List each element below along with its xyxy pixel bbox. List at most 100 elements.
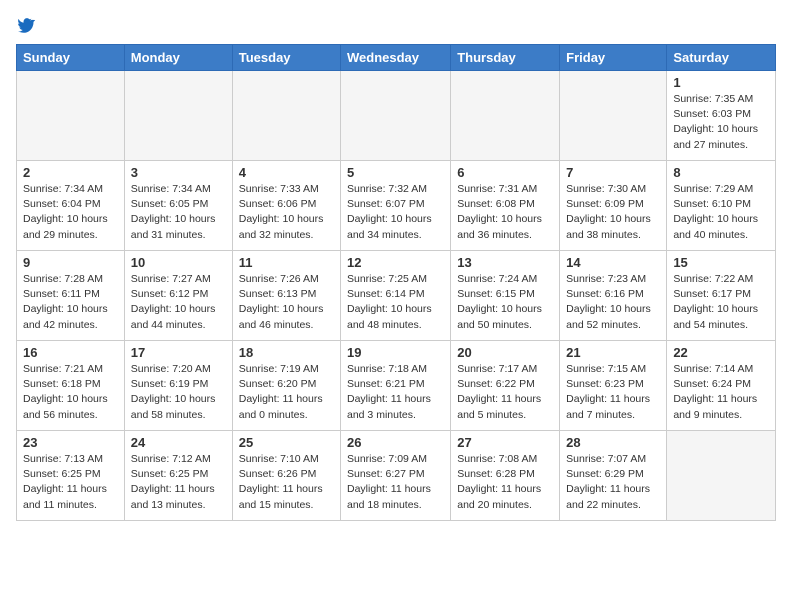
day-info: Sunrise: 7:12 AM Sunset: 6:25 PM Dayligh… <box>131 452 226 513</box>
weekday-header-thursday: Thursday <box>451 45 560 71</box>
day-number: 1 <box>673 75 769 90</box>
day-info: Sunrise: 7:21 AM Sunset: 6:18 PM Dayligh… <box>23 362 118 423</box>
day-number: 25 <box>239 435 334 450</box>
day-info: Sunrise: 7:34 AM Sunset: 6:05 PM Dayligh… <box>131 182 226 243</box>
day-info: Sunrise: 7:29 AM Sunset: 6:10 PM Dayligh… <box>673 182 769 243</box>
page-header <box>16 16 776 34</box>
day-info: Sunrise: 7:15 AM Sunset: 6:23 PM Dayligh… <box>566 362 660 423</box>
logo <box>16 16 36 34</box>
day-info: Sunrise: 7:27 AM Sunset: 6:12 PM Dayligh… <box>131 272 226 333</box>
day-info: Sunrise: 7:10 AM Sunset: 6:26 PM Dayligh… <box>239 452 334 513</box>
calendar-cell <box>667 431 776 521</box>
calendar-cell <box>124 71 232 161</box>
calendar-cell: 20 Sunrise: 7:17 AM Sunset: 6:22 PM Dayli… <box>451 341 560 431</box>
calendar-cell <box>17 71 125 161</box>
day-info: Sunrise: 7:07 AM Sunset: 6:29 PM Dayligh… <box>566 452 660 513</box>
calendar-week-2: 2Sunrise: 7:34 AM Sunset: 6:04 PM Daylig… <box>17 161 776 251</box>
day-info: Sunrise: 7:18 AM Sunset: 6:21 PM Dayligh… <box>347 362 444 423</box>
logo-bird-icon <box>18 16 36 34</box>
calendar-cell: 10 Sunrise: 7:27 AM Sunset: 6:12 PM Dayli… <box>124 251 232 341</box>
calendar-cell: 3 Sunrise: 7:34 AM Sunset: 6:05 PM Daylig… <box>124 161 232 251</box>
day-number: 23 <box>23 435 118 450</box>
weekday-header-saturday: Saturday <box>667 45 776 71</box>
day-info: Sunrise: 7:08 AM Sunset: 6:28 PM Dayligh… <box>457 452 553 513</box>
calendar-cell: 11Sunrise: 7:26 AM Sunset: 6:13 PM Dayli… <box>232 251 340 341</box>
calendar-cell: 12Sunrise: 7:25 AM Sunset: 6:14 PM Dayli… <box>341 251 451 341</box>
weekday-header-monday: Monday <box>124 45 232 71</box>
calendar-cell: 17Sunrise: 7:20 AM Sunset: 6:19 PM Dayli… <box>124 341 232 431</box>
calendar-cell: 24 Sunrise: 7:12 AM Sunset: 6:25 PM Dayli… <box>124 431 232 521</box>
calendar-cell: 8Sunrise: 7:29 AM Sunset: 6:10 PM Daylig… <box>667 161 776 251</box>
calendar-cell: 1 Sunrise: 7:35 AM Sunset: 6:03 PM Daylig… <box>667 71 776 161</box>
calendar-cell: 27 Sunrise: 7:08 AM Sunset: 6:28 PM Dayli… <box>451 431 560 521</box>
day-number: 26 <box>347 435 444 450</box>
day-number: 6 <box>457 165 553 180</box>
day-info: Sunrise: 7:26 AM Sunset: 6:13 PM Dayligh… <box>239 272 334 333</box>
calendar-cell: 18 Sunrise: 7:19 AM Sunset: 6:20 PM Dayli… <box>232 341 340 431</box>
day-number: 10 <box>131 255 226 270</box>
calendar-week-4: 16Sunrise: 7:21 AM Sunset: 6:18 PM Dayli… <box>17 341 776 431</box>
calendar-body: 1 Sunrise: 7:35 AM Sunset: 6:03 PM Daylig… <box>17 71 776 521</box>
day-info: Sunrise: 7:33 AM Sunset: 6:06 PM Dayligh… <box>239 182 334 243</box>
day-number: 14 <box>566 255 660 270</box>
calendar-cell: 16Sunrise: 7:21 AM Sunset: 6:18 PM Dayli… <box>17 341 125 431</box>
day-number: 24 <box>131 435 226 450</box>
calendar-cell: 25 Sunrise: 7:10 AM Sunset: 6:26 PM Dayli… <box>232 431 340 521</box>
calendar-cell: 13 Sunrise: 7:24 AM Sunset: 6:15 PM Dayli… <box>451 251 560 341</box>
calendar-cell <box>451 71 560 161</box>
day-info: Sunrise: 7:14 AM Sunset: 6:24 PM Dayligh… <box>673 362 769 423</box>
calendar-cell: 9 Sunrise: 7:28 AM Sunset: 6:11 PM Daylig… <box>17 251 125 341</box>
calendar-cell: 21 Sunrise: 7:15 AM Sunset: 6:23 PM Dayli… <box>560 341 667 431</box>
calendar-week-5: 23 Sunrise: 7:13 AM Sunset: 6:25 PM Dayli… <box>17 431 776 521</box>
calendar-cell: 4 Sunrise: 7:33 AM Sunset: 6:06 PM Daylig… <box>232 161 340 251</box>
calendar-table: SundayMondayTuesdayWednesdayThursdayFrid… <box>16 44 776 521</box>
calendar-cell: 26 Sunrise: 7:09 AM Sunset: 6:27 PM Dayli… <box>341 431 451 521</box>
day-info: Sunrise: 7:22 AM Sunset: 6:17 PM Dayligh… <box>673 272 769 333</box>
calendar-cell <box>341 71 451 161</box>
day-number: 2 <box>23 165 118 180</box>
day-info: Sunrise: 7:20 AM Sunset: 6:19 PM Dayligh… <box>131 362 226 423</box>
day-info: Sunrise: 7:32 AM Sunset: 6:07 PM Dayligh… <box>347 182 444 243</box>
day-info: Sunrise: 7:31 AM Sunset: 6:08 PM Dayligh… <box>457 182 553 243</box>
calendar-cell: 7Sunrise: 7:30 AM Sunset: 6:09 PM Daylig… <box>560 161 667 251</box>
calendar-cell: 15Sunrise: 7:22 AM Sunset: 6:17 PM Dayli… <box>667 251 776 341</box>
weekday-header-wednesday: Wednesday <box>341 45 451 71</box>
calendar-cell: 28 Sunrise: 7:07 AM Sunset: 6:29 PM Dayli… <box>560 431 667 521</box>
calendar-cell <box>560 71 667 161</box>
day-number: 18 <box>239 345 334 360</box>
calendar-cell: 14 Sunrise: 7:23 AM Sunset: 6:16 PM Dayli… <box>560 251 667 341</box>
weekday-header-friday: Friday <box>560 45 667 71</box>
day-number: 3 <box>131 165 226 180</box>
day-info: Sunrise: 7:17 AM Sunset: 6:22 PM Dayligh… <box>457 362 553 423</box>
day-number: 4 <box>239 165 334 180</box>
weekday-header-tuesday: Tuesday <box>232 45 340 71</box>
calendar-week-1: 1 Sunrise: 7:35 AM Sunset: 6:03 PM Daylig… <box>17 71 776 161</box>
day-number: 9 <box>23 255 118 270</box>
day-info: Sunrise: 7:09 AM Sunset: 6:27 PM Dayligh… <box>347 452 444 513</box>
day-info: Sunrise: 7:23 AM Sunset: 6:16 PM Dayligh… <box>566 272 660 333</box>
day-number: 22 <box>673 345 769 360</box>
day-info: Sunrise: 7:13 AM Sunset: 6:25 PM Dayligh… <box>23 452 118 513</box>
day-number: 27 <box>457 435 553 450</box>
day-number: 13 <box>457 255 553 270</box>
calendar-cell: 2Sunrise: 7:34 AM Sunset: 6:04 PM Daylig… <box>17 161 125 251</box>
day-number: 5 <box>347 165 444 180</box>
calendar-cell: 23 Sunrise: 7:13 AM Sunset: 6:25 PM Dayli… <box>17 431 125 521</box>
day-number: 21 <box>566 345 660 360</box>
calendar-cell: 6 Sunrise: 7:31 AM Sunset: 6:08 PM Daylig… <box>451 161 560 251</box>
weekday-header-row: SundayMondayTuesdayWednesdayThursdayFrid… <box>17 45 776 71</box>
weekday-header-sunday: Sunday <box>17 45 125 71</box>
day-number: 19 <box>347 345 444 360</box>
calendar-cell: 19 Sunrise: 7:18 AM Sunset: 6:21 PM Dayli… <box>341 341 451 431</box>
day-number: 12 <box>347 255 444 270</box>
day-info: Sunrise: 7:19 AM Sunset: 6:20 PM Dayligh… <box>239 362 334 423</box>
day-number: 28 <box>566 435 660 450</box>
day-info: Sunrise: 7:35 AM Sunset: 6:03 PM Dayligh… <box>673 92 769 153</box>
day-number: 20 <box>457 345 553 360</box>
day-number: 7 <box>566 165 660 180</box>
calendar-cell: 22 Sunrise: 7:14 AM Sunset: 6:24 PM Dayli… <box>667 341 776 431</box>
day-info: Sunrise: 7:24 AM Sunset: 6:15 PM Dayligh… <box>457 272 553 333</box>
calendar-week-3: 9 Sunrise: 7:28 AM Sunset: 6:11 PM Daylig… <box>17 251 776 341</box>
calendar-cell <box>232 71 340 161</box>
day-info: Sunrise: 7:28 AM Sunset: 6:11 PM Dayligh… <box>23 272 118 333</box>
